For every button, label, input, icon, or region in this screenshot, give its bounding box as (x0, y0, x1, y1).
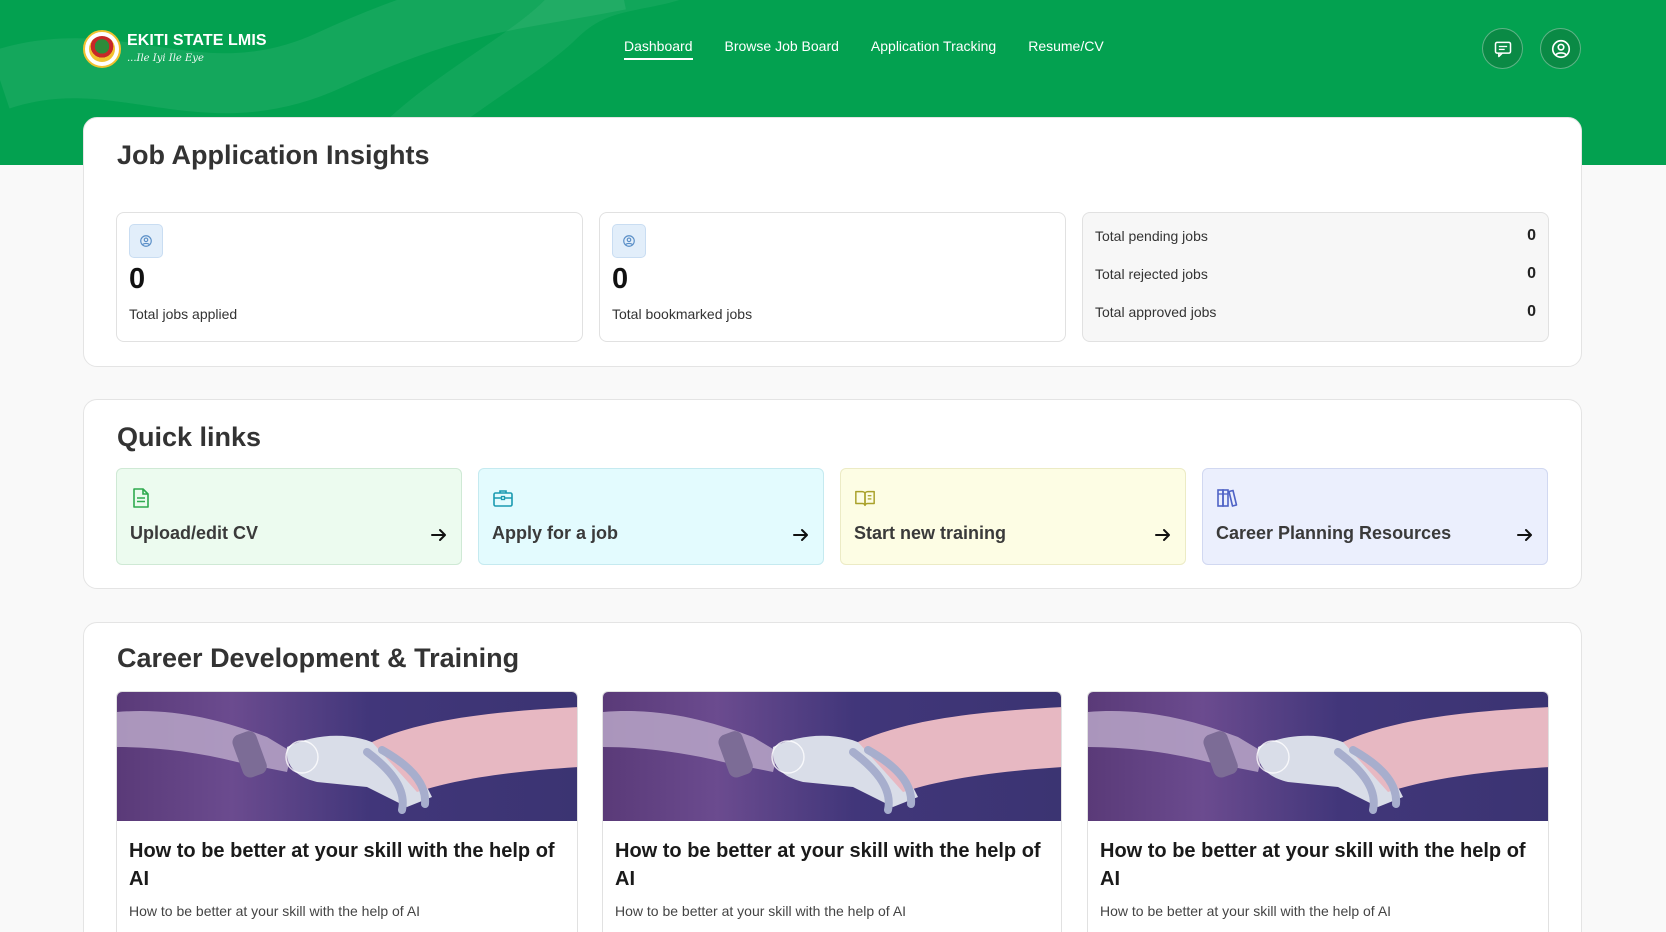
quick-link-label: Upload/edit CV (130, 523, 259, 543)
course-card[interactable]: How to be better at your skill with the … (602, 691, 1062, 932)
course-title: How to be better at your skill with the … (615, 840, 1041, 890)
books-icon (1216, 487, 1238, 509)
pending-jobs-count: 0 (1527, 227, 1536, 244)
nav-application-tracking[interactable]: Application Tracking (871, 38, 996, 60)
approved-jobs-row: Total approved jobs 0 (1095, 303, 1536, 321)
user-circle-icon (612, 224, 646, 258)
course-description: How to be better at your skill with the … (129, 903, 421, 919)
rejected-jobs-count: 0 (1527, 265, 1536, 282)
quick-link-label: Start new training (854, 523, 1007, 543)
briefcase-icon (492, 487, 514, 509)
arrow-right-icon (431, 529, 446, 541)
quick-link-label: Apply for a job (492, 523, 618, 543)
document-icon (130, 487, 152, 509)
user-circle-icon (129, 224, 163, 258)
course-title: How to be better at your skill with the … (1100, 840, 1526, 890)
insights-title: Job Application Insights (117, 140, 430, 170)
profile-button[interactable] (1540, 28, 1581, 69)
messages-button[interactable] (1482, 28, 1523, 69)
course-title: How to be better at your skill with the … (129, 840, 555, 890)
user-circle-icon (1551, 39, 1570, 58)
nav-resume-cv[interactable]: Resume/CV (1028, 38, 1103, 60)
brand-slogan: ...Ile Iyi Ile Eye (127, 53, 204, 64)
main-nav: Dashboard Browse Job Board Application T… (624, 38, 1104, 60)
bookmarked-count: 0 (612, 263, 629, 295)
quick-link-upload-cv[interactable]: Upload/edit CV (116, 468, 462, 565)
jobs-applied-label: Total jobs applied (129, 306, 238, 322)
quick-link-start-training[interactable]: Start new training (840, 468, 1186, 565)
course-description: How to be better at your skill with the … (615, 903, 907, 919)
bookmarked-label: Total bookmarked jobs (612, 306, 753, 322)
job-application-insights-card: Job Application Insights 0 Total jobs ap… (83, 117, 1582, 367)
top-navigation-bar: EKITI STATE LMIS ...Ile Iyi Ile Eye Dash… (0, 0, 1666, 100)
arrow-right-icon (1155, 529, 1170, 541)
course-card[interactable]: How to be better at your skill with the … (116, 691, 578, 932)
course-card[interactable]: How to be better at your skill with the … (1087, 691, 1549, 932)
pending-jobs-row: Total pending jobs 0 (1095, 227, 1536, 245)
brand-logo-link[interactable]: EKITI STATE LMIS ...Ile Iyi Ile Eye (83, 30, 267, 68)
career-development-card: Career Development & Training How to be … (83, 622, 1582, 932)
nav-dashboard[interactable]: Dashboard (624, 38, 693, 60)
course-thumbnail (603, 692, 1061, 821)
course-thumbnail (1088, 692, 1548, 821)
approved-jobs-label: Total approved jobs (1095, 304, 1217, 320)
ekiti-state-seal-logo (83, 30, 121, 68)
arrow-right-icon (1517, 529, 1532, 541)
message-square-icon (1494, 41, 1511, 57)
job-status-breakdown: Total pending jobs 0 Total rejected jobs… (1082, 212, 1549, 342)
pending-jobs-label: Total pending jobs (1095, 228, 1208, 244)
quick-links-card: Quick links Upload/edit CV Apply for a j… (83, 399, 1582, 589)
rejected-jobs-label: Total rejected jobs (1095, 266, 1208, 282)
open-book-icon (854, 487, 876, 509)
brand-title: EKITI STATE LMIS (127, 32, 267, 49)
approved-jobs-count: 0 (1527, 303, 1536, 320)
jobs-applied-count: 0 (129, 263, 146, 295)
career-section-title: Career Development & Training (117, 643, 520, 673)
quick-link-apply-job[interactable]: Apply for a job (478, 468, 824, 565)
rejected-jobs-row: Total rejected jobs 0 (1095, 265, 1536, 283)
quick-link-career-resources[interactable]: Career Planning Resources (1202, 468, 1548, 565)
total-bookmarked-jobs-stat: 0 Total bookmarked jobs (599, 212, 1066, 342)
course-thumbnail (117, 692, 577, 821)
arrow-right-icon (793, 529, 808, 541)
total-jobs-applied-stat: 0 Total jobs applied (116, 212, 583, 342)
nav-browse-job-board[interactable]: Browse Job Board (725, 38, 839, 60)
course-description: How to be better at your skill with the … (1100, 903, 1392, 919)
quick-link-label: Career Planning Resources (1216, 523, 1452, 543)
quick-links-title: Quick links (117, 422, 262, 452)
